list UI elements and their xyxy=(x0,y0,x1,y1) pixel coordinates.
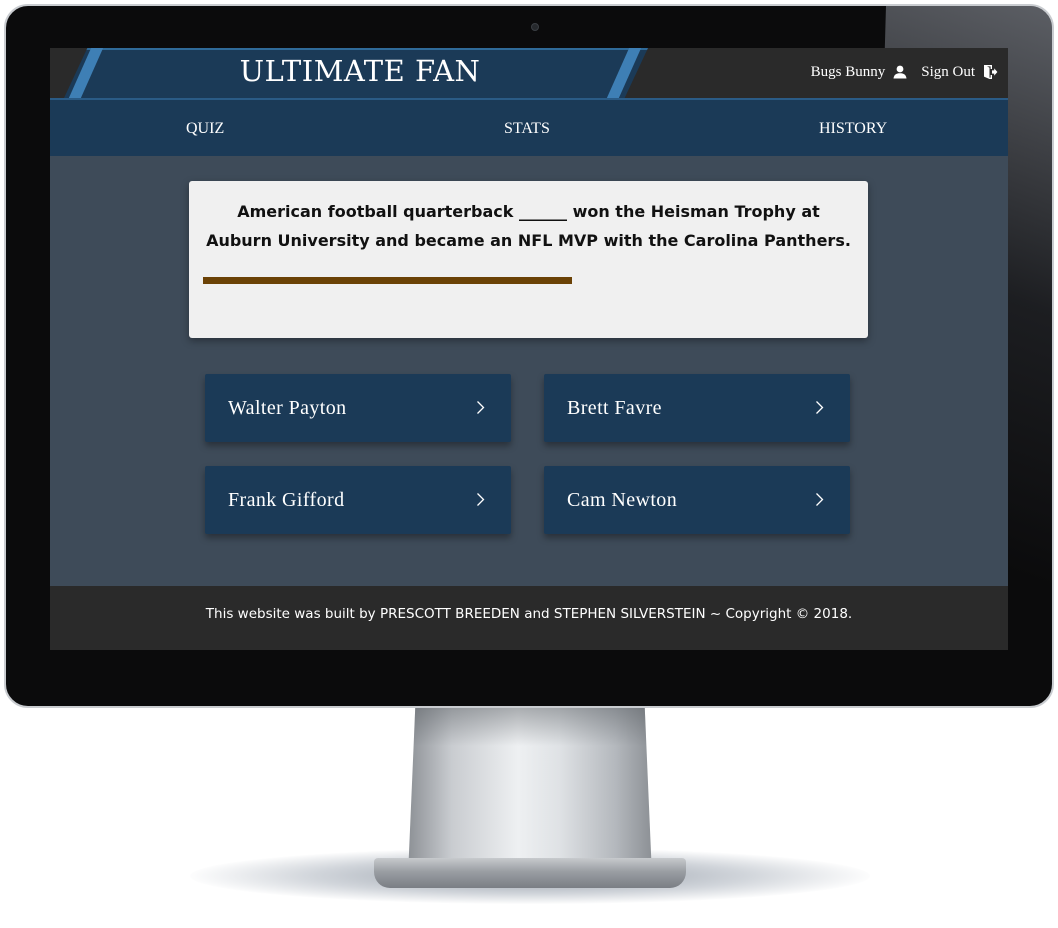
website-screen: ULTIMATE FAN Bugs Bunny Sign Out QUIZ ST… xyxy=(50,48,1008,650)
user-area: Bugs Bunny Sign Out xyxy=(811,62,998,82)
answer-label: Frank Gifford xyxy=(228,489,345,511)
answer-label: Walter Payton xyxy=(228,397,347,419)
question-text: American football quarterback ______ won… xyxy=(206,202,851,250)
nav-quiz[interactable]: QUIZ xyxy=(186,120,224,138)
timer-bar xyxy=(203,277,854,284)
nav-history[interactable]: HISTORY xyxy=(819,120,887,138)
user-name[interactable]: Bugs Bunny xyxy=(811,64,886,81)
answer-button-1[interactable]: Walter Payton xyxy=(205,374,511,442)
main-nav: QUIZ STATS HISTORY xyxy=(50,98,1008,156)
sign-out-icon[interactable] xyxy=(983,64,998,80)
nav-stats[interactable]: STATS xyxy=(504,120,550,138)
answer-button-2[interactable]: Brett Favre xyxy=(544,374,850,442)
sign-out-link[interactable]: Sign Out xyxy=(921,64,975,81)
camera-dot xyxy=(531,23,539,31)
top-bar: ULTIMATE FAN Bugs Bunny Sign Out xyxy=(50,48,1008,98)
chevron-right-icon xyxy=(476,492,485,512)
site-footer: This website was built by PRESCOTT BREED… xyxy=(50,586,1008,650)
answer-button-4[interactable]: Cam Newton xyxy=(544,466,850,534)
chevron-right-icon xyxy=(815,492,824,512)
timer-bar-fill xyxy=(203,277,573,284)
answer-button-3[interactable]: Frank Gifford xyxy=(205,466,511,534)
chevron-right-icon xyxy=(815,400,824,420)
monitor-foot xyxy=(374,858,686,888)
chevron-right-icon xyxy=(476,400,485,420)
question-card: American football quarterback ______ won… xyxy=(189,181,868,338)
monitor-stand-shading xyxy=(413,706,647,746)
answer-label: Brett Favre xyxy=(567,397,662,419)
answer-label: Cam Newton xyxy=(567,489,678,511)
footer-text: This website was built by PRESCOTT BREED… xyxy=(205,606,853,622)
user-icon[interactable] xyxy=(893,65,907,79)
site-logo-title[interactable]: ULTIMATE FAN xyxy=(200,54,520,88)
